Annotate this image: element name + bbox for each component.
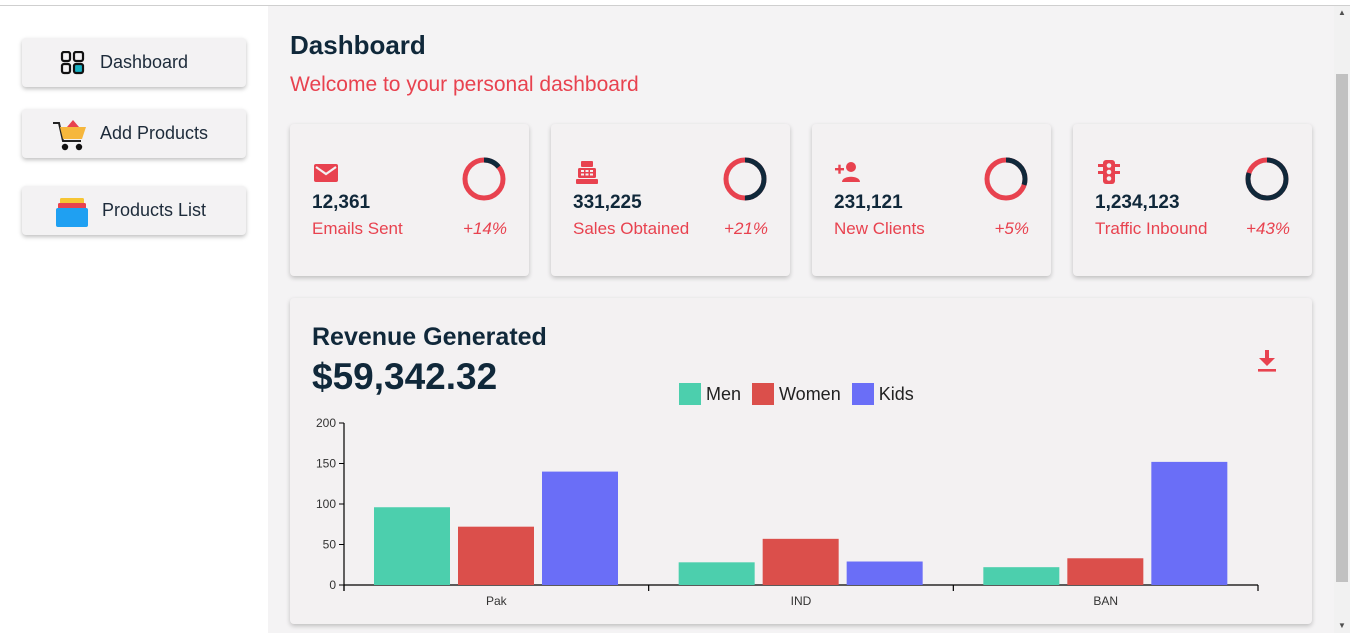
stat-card-clients: 231,121 New Clients +5% <box>812 124 1051 276</box>
stat-change: +43% <box>1246 219 1290 238</box>
progress-ring <box>984 157 1028 201</box>
bar-kids-ind <box>846 561 923 585</box>
legend-swatch <box>752 383 775 405</box>
y-tick-label: 100 <box>316 497 336 511</box>
stat-change: +5% <box>994 219 1030 238</box>
stacked-boxes-icon <box>52 191 92 231</box>
revenue-bar-chart: 0 50 100 150 200 Pak IND BAN <box>316 416 1259 608</box>
dashboard-grid-icon <box>58 43 88 83</box>
stat-change: +21% <box>724 219 768 238</box>
stat-value: 331,225 <box>573 192 642 213</box>
y-tick-label: 150 <box>316 457 336 471</box>
bar-women-pak <box>458 526 534 585</box>
sidebar-item-label: Products List <box>102 200 207 220</box>
traffic-light-icon <box>1095 158 1123 186</box>
stat-label: Sales Obtained <box>573 219 690 238</box>
stat-label: Traffic Inbound <box>1095 219 1208 238</box>
stat-card-sales: 331,225 Sales Obtained +21% <box>551 124 790 276</box>
x-tick-label: BAN <box>1093 594 1118 608</box>
stat-value: 1,234,123 <box>1095 192 1180 213</box>
bar-women-ban <box>1067 558 1144 585</box>
main-content: Dashboard Welcome to your personal dashb… <box>268 6 1334 633</box>
stat-card-traffic: 1,234,123 Traffic Inbound +43% <box>1073 124 1312 276</box>
sidebar-item-add-products[interactable]: Add Products <box>22 109 246 158</box>
vertical-scrollbar[interactable]: ▲ ▼ <box>1334 6 1350 633</box>
bar-men-pak <box>374 507 450 585</box>
bar-women-ind <box>762 538 839 585</box>
download-button[interactable] <box>1254 346 1280 374</box>
y-tick-label: 0 <box>329 578 336 592</box>
shopping-cart-icon <box>50 114 90 154</box>
sidebar-item-label: Dashboard <box>100 52 189 72</box>
bar-men-ban <box>983 567 1060 585</box>
x-tick-label: Pak <box>486 594 508 608</box>
page-title: Dashboard <box>290 30 426 60</box>
progress-ring <box>462 157 506 201</box>
bar-kids-ban <box>1151 461 1228 585</box>
legend-item[interactable]: Men <box>679 383 741 405</box>
y-tick-label: 50 <box>323 538 337 552</box>
revenue-card: Revenue Generated $59,342.32 Men Women Kid… <box>290 298 1312 624</box>
legend-label: Women <box>779 383 841 404</box>
cash-register-icon <box>573 158 601 186</box>
scroll-up-arrow-icon[interactable]: ▲ <box>1334 6 1350 20</box>
stat-label: New Clients <box>834 219 925 238</box>
sidebar-item-dashboard[interactable]: Dashboard <box>22 38 246 87</box>
stat-change: +14% <box>463 219 507 238</box>
scrollbar-thumb[interactable] <box>1336 74 1348 582</box>
email-icon <box>312 158 340 186</box>
y-tick-label: 200 <box>316 416 336 430</box>
stat-value: 231,121 <box>834 192 903 213</box>
download-icon <box>1258 350 1276 372</box>
page-subtitle: Welcome to your personal dashboard <box>290 73 639 96</box>
legend-swatch <box>851 383 874 405</box>
legend-label: Kids <box>878 383 914 404</box>
progress-ring <box>1245 157 1289 201</box>
revenue-amount: $59,342.32 <box>312 356 498 397</box>
scroll-down-arrow-icon[interactable]: ▼ <box>1334 619 1350 633</box>
legend-label: Men <box>706 383 742 404</box>
revenue-title: Revenue Generated <box>312 323 547 351</box>
sidebar: Dashboard Add Products Products List <box>0 6 268 633</box>
legend-swatch <box>679 383 701 405</box>
chart-legend: Men Women Kids <box>679 383 925 405</box>
add-person-icon <box>834 158 862 186</box>
sidebar-item-products-list[interactable]: Products List <box>22 186 246 235</box>
stat-label: Emails Sent <box>312 219 403 238</box>
legend-item[interactable]: Kids <box>851 383 914 405</box>
x-tick-label: IND <box>791 594 812 608</box>
bar-men-ind <box>678 562 755 585</box>
bar-kids-pak <box>542 471 618 585</box>
legend-item[interactable]: Women <box>752 383 841 405</box>
stat-card-emails: 12,361 Emails Sent +14% <box>290 124 529 276</box>
stat-value: 12,361 <box>312 192 371 213</box>
progress-ring <box>723 157 767 201</box>
sidebar-item-label: Add Products <box>100 123 209 143</box>
